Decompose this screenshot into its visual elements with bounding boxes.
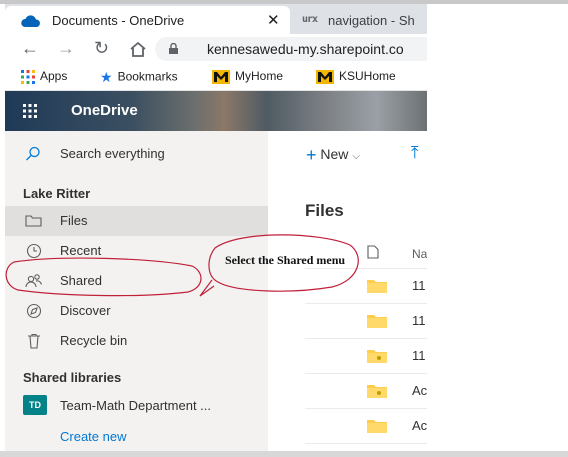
annotation-overlay [5, 234, 359, 297]
shared-highlight-ellipse [5, 257, 202, 297]
annotation-text: Select the Shared menu [225, 253, 346, 267]
